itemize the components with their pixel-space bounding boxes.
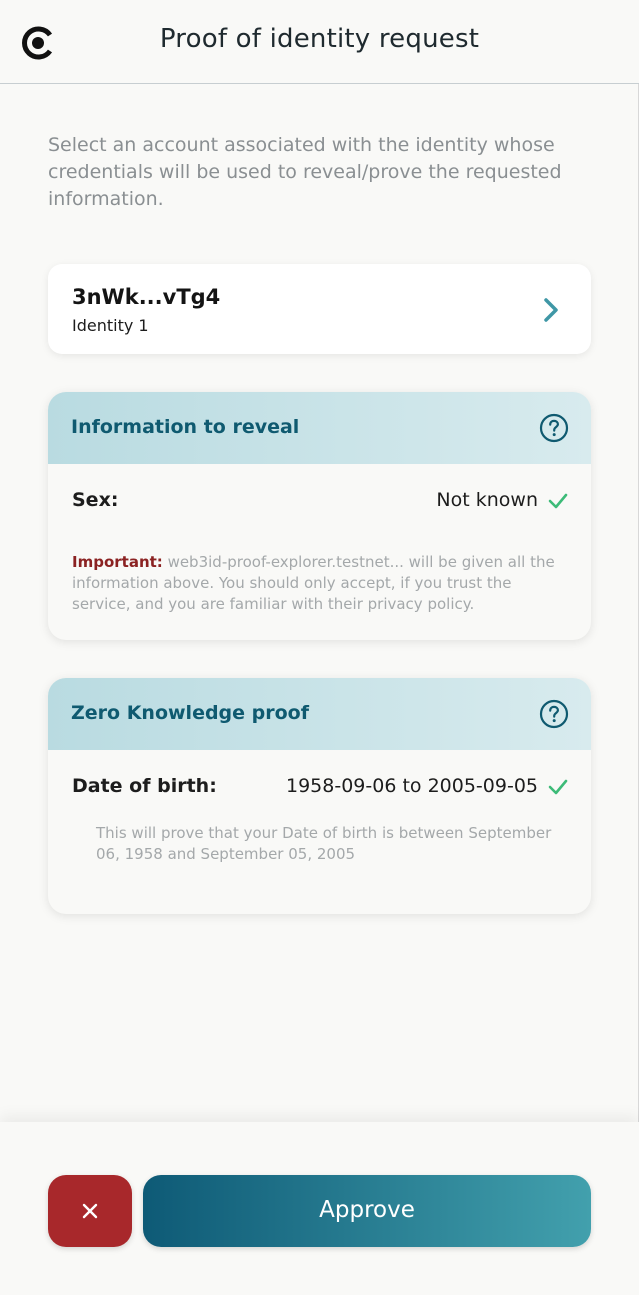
zkp-section-header: Zero Knowledge proof: [48, 678, 591, 750]
privacy-notice: Important: web3id-proof-explorer.testnet…: [72, 552, 572, 615]
attribute-label: Sex:: [72, 489, 119, 511]
attribute-label: Date of birth:: [72, 775, 217, 797]
intro-text: Select an account associated with the id…: [48, 134, 562, 210]
chevron-right-icon[interactable]: [541, 297, 561, 323]
reveal-section-title: Information to reveal: [71, 416, 300, 438]
attribute-row-date-of-birth: Date of birth: 1958-09-06 to 2005-09-05: [72, 775, 568, 803]
action-footer: Approve: [0, 1122, 639, 1295]
help-circle-icon[interactable]: [539, 413, 569, 443]
proof-request-page: Proof of identity request Select an acco…: [0, 0, 639, 1295]
zkp-section-title: Zero Knowledge proof: [71, 702, 310, 724]
account-selector[interactable]: 3nWk...vTg4 Identity 1: [48, 264, 591, 354]
close-icon: [82, 1203, 98, 1219]
zkp-description: This will prove that your Date of birth …: [96, 824, 552, 863]
header: Proof of identity request: [0, 0, 639, 84]
attribute-row-sex: Sex: Not known: [72, 489, 568, 517]
attribute-value: Not known: [436, 489, 538, 511]
attribute-value: 1958-09-06 to 2005-09-05: [286, 775, 538, 797]
page-title: Proof of identity request: [159, 24, 480, 54]
approve-button[interactable]: Approve: [143, 1175, 591, 1247]
check-icon: [548, 493, 568, 509]
reject-button[interactable]: [48, 1175, 132, 1247]
reveal-section-header: Information to reveal: [48, 392, 591, 464]
check-icon: [548, 779, 568, 795]
account-identity-name: Identity 1: [72, 316, 149, 335]
account-address: 3nWk...vTg4: [72, 285, 221, 309]
help-circle-icon[interactable]: [539, 699, 569, 729]
information-to-reveal-card: Information to reveal Sex: Not known Imp…: [48, 392, 591, 640]
zero-knowledge-proof-card: Zero Knowledge proof Date of birth: 1958…: [48, 678, 591, 914]
notice-important-label: Important:: [72, 553, 163, 571]
approve-button-label: Approve: [319, 1197, 415, 1223]
